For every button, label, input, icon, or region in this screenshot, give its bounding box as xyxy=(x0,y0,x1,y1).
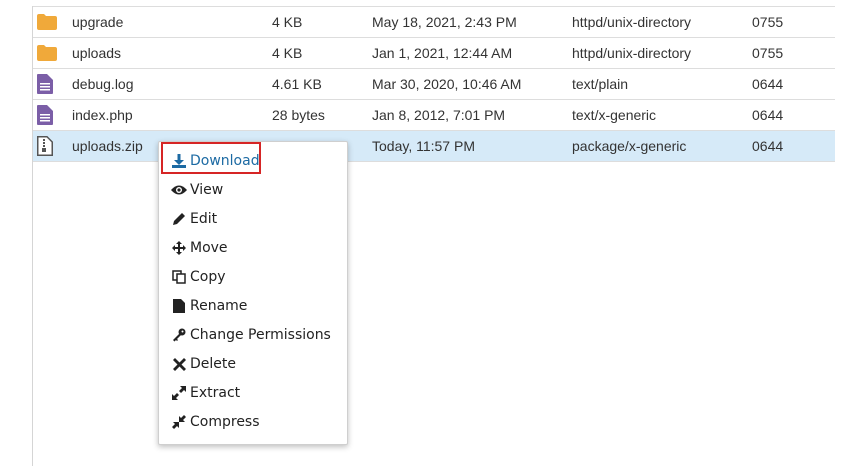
key-icon xyxy=(171,327,187,343)
file-row-uploads-zip[interactable]: uploads.zip Today, 11:57 PM package/x-ge… xyxy=(33,130,835,162)
menu-item-move[interactable]: Move xyxy=(171,235,228,261)
folder-icon xyxy=(37,7,57,37)
text-file-icon xyxy=(37,100,53,130)
x-icon xyxy=(171,356,187,372)
file-permissions: 0755 xyxy=(752,14,784,30)
compress-icon xyxy=(171,414,187,430)
pencil-icon xyxy=(171,211,187,227)
context-menu: Download View Edit Move Copy Rename Chan… xyxy=(158,141,348,445)
file-size: 4 KB xyxy=(272,45,303,61)
file-permissions: 0644 xyxy=(752,107,784,123)
menu-item-label: Delete xyxy=(190,356,236,372)
file-type: text/x-generic xyxy=(572,107,657,123)
file-name[interactable]: upgrade xyxy=(72,7,123,37)
file-icon xyxy=(171,298,187,314)
copy-icon xyxy=(171,269,187,285)
file-list: upgrade 4 KB May 18, 2021, 2:43 PM httpd… xyxy=(32,6,835,466)
file-type: httpd/unix-directory xyxy=(572,45,692,61)
file-size: 28 bytes xyxy=(272,107,325,123)
menu-item-delete[interactable]: Delete xyxy=(171,351,236,377)
file-type: httpd/unix-directory xyxy=(572,14,692,30)
menu-item-label: Extract xyxy=(190,385,241,401)
menu-item-label: View xyxy=(190,182,224,198)
file-permissions: 0644 xyxy=(752,76,784,92)
eye-icon xyxy=(171,182,187,198)
file-permissions: 0755 xyxy=(752,45,784,61)
file-name[interactable]: index.php xyxy=(72,100,133,130)
expand-icon xyxy=(171,385,187,401)
folder-icon xyxy=(37,38,57,68)
text-file-icon xyxy=(37,69,53,99)
file-row-index-php[interactable]: index.php 28 bytes Jan 8, 2012, 7:01 PM … xyxy=(33,99,835,130)
file-modified: Mar 30, 2020, 10:46 AM xyxy=(372,76,522,92)
menu-item-label: Compress xyxy=(190,414,260,430)
zip-file-icon xyxy=(37,131,53,161)
file-name[interactable]: debug.log xyxy=(72,69,134,99)
file-size: 4 KB xyxy=(272,14,303,30)
menu-item-extract[interactable]: Extract xyxy=(171,380,240,406)
file-modified: May 18, 2021, 2:43 PM xyxy=(372,14,517,30)
menu-item-compress[interactable]: Compress xyxy=(171,409,260,435)
menu-item-copy[interactable]: Copy xyxy=(171,264,226,290)
file-row-debug-log[interactable]: debug.log 4.61 KB Mar 30, 2020, 10:46 AM… xyxy=(33,68,835,99)
file-size: 4.61 KB xyxy=(272,76,322,92)
menu-item-label: Move xyxy=(190,240,228,256)
file-row-upgrade[interactable]: upgrade 4 KB May 18, 2021, 2:43 PM httpd… xyxy=(33,6,835,37)
file-permissions: 0644 xyxy=(752,138,784,154)
menu-item-rename[interactable]: Rename xyxy=(171,293,247,319)
download-icon xyxy=(171,153,187,169)
file-type: text/plain xyxy=(572,76,629,92)
file-modified: Today, 11:57 PM xyxy=(372,138,475,154)
menu-item-view[interactable]: View xyxy=(171,177,223,203)
menu-item-change-permissions[interactable]: Change Permissions xyxy=(171,322,331,348)
file-row-uploads[interactable]: uploads 4 KB Jan 1, 2021, 12:44 AM httpd… xyxy=(33,37,835,68)
menu-item-label: Download xyxy=(190,153,260,169)
file-modified: Jan 8, 2012, 7:01 PM xyxy=(372,107,506,123)
file-type: package/x-generic xyxy=(572,138,687,154)
menu-item-label: Copy xyxy=(190,269,226,285)
file-modified: Jan 1, 2021, 12:44 AM xyxy=(372,45,513,61)
menu-item-label: Change Permissions xyxy=(190,327,331,343)
move-arrows-icon xyxy=(171,240,187,256)
menu-item-label: Rename xyxy=(190,298,248,314)
menu-item-label: Edit xyxy=(190,211,218,227)
menu-item-edit[interactable]: Edit xyxy=(171,206,217,232)
file-name[interactable]: uploads xyxy=(72,38,121,68)
file-name[interactable]: uploads.zip xyxy=(72,131,143,161)
menu-item-download[interactable]: Download xyxy=(171,148,260,174)
